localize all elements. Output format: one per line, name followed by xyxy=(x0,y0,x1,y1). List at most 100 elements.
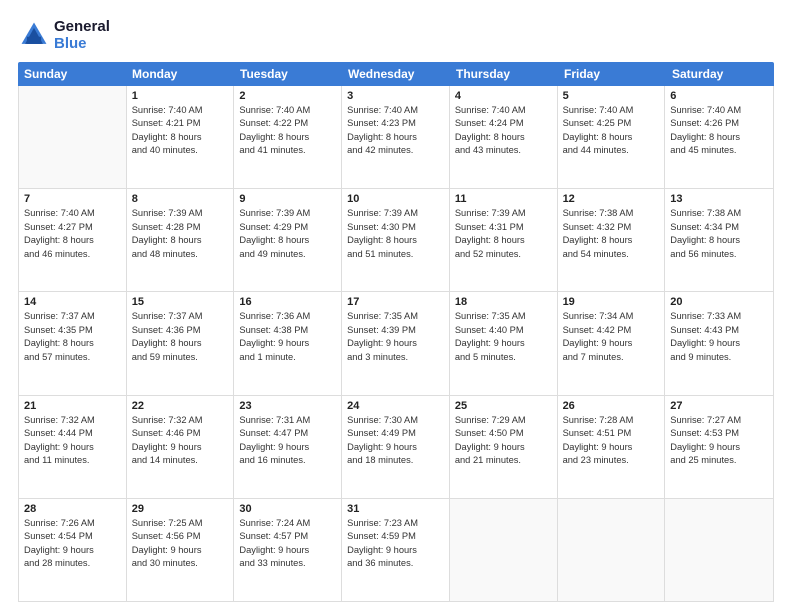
day-number: 2 xyxy=(239,90,336,102)
calendar-cell: 22Sunrise: 7:32 AMSunset: 4:46 PMDayligh… xyxy=(127,396,235,498)
cell-line: Sunrise: 7:35 AM xyxy=(347,310,444,323)
logo-text: General Blue xyxy=(54,18,110,52)
calendar: SundayMondayTuesdayWednesdayThursdayFrid… xyxy=(18,62,774,602)
cell-line: Sunrise: 7:25 AM xyxy=(132,517,229,530)
cell-line: Sunrise: 7:38 AM xyxy=(670,207,768,220)
day-number: 1 xyxy=(132,90,229,102)
cell-line: and 51 minutes. xyxy=(347,248,444,261)
cell-line: and 30 minutes. xyxy=(132,557,229,570)
calendar-cell: 12Sunrise: 7:38 AMSunset: 4:32 PMDayligh… xyxy=(558,189,666,291)
cell-line: and 46 minutes. xyxy=(24,248,121,261)
cell-line: Daylight: 8 hours xyxy=(670,131,768,144)
calendar-cell xyxy=(558,499,666,601)
cell-line: Daylight: 8 hours xyxy=(455,131,552,144)
day-number: 4 xyxy=(455,90,552,102)
cell-line: Sunset: 4:44 PM xyxy=(24,427,121,440)
cell-line: Sunset: 4:56 PM xyxy=(132,530,229,543)
day-number: 3 xyxy=(347,90,444,102)
cell-line: Sunset: 4:30 PM xyxy=(347,221,444,234)
cell-line: Sunrise: 7:26 AM xyxy=(24,517,121,530)
calendar-cell: 3Sunrise: 7:40 AMSunset: 4:23 PMDaylight… xyxy=(342,86,450,188)
cell-line: and 59 minutes. xyxy=(132,351,229,364)
calendar-cell xyxy=(19,86,127,188)
day-number: 15 xyxy=(132,296,229,308)
cell-line: Daylight: 9 hours xyxy=(132,544,229,557)
cell-line: and 56 minutes. xyxy=(670,248,768,261)
cell-line: and 5 minutes. xyxy=(455,351,552,364)
calendar-cell: 30Sunrise: 7:24 AMSunset: 4:57 PMDayligh… xyxy=(234,499,342,601)
cell-line: Sunset: 4:39 PM xyxy=(347,324,444,337)
calendar-cell xyxy=(665,499,773,601)
calendar-cell xyxy=(450,499,558,601)
page: General Blue SundayMondayTuesdayWednesda… xyxy=(0,0,792,612)
cell-line: Daylight: 8 hours xyxy=(347,234,444,247)
cell-line: Daylight: 9 hours xyxy=(347,544,444,557)
day-number: 19 xyxy=(563,296,660,308)
cell-line: and 3 minutes. xyxy=(347,351,444,364)
cell-line: Sunset: 4:46 PM xyxy=(132,427,229,440)
cell-line: Daylight: 9 hours xyxy=(239,337,336,350)
logo-icon xyxy=(18,19,50,51)
calendar-row-1: 1Sunrise: 7:40 AMSunset: 4:21 PMDaylight… xyxy=(19,86,773,189)
calendar-cell: 10Sunrise: 7:39 AMSunset: 4:30 PMDayligh… xyxy=(342,189,450,291)
calendar-header: SundayMondayTuesdayWednesdayThursdayFrid… xyxy=(18,62,774,86)
cell-line: Sunrise: 7:38 AM xyxy=(563,207,660,220)
calendar-cell: 29 Sunrise: 7:25 AMSunset: 4:56 PMDayligh… xyxy=(127,499,235,601)
cell-line: Daylight: 9 hours xyxy=(239,441,336,454)
cell-line: and 11 minutes. xyxy=(24,454,121,467)
day-number: 20 xyxy=(670,296,768,308)
cell-line: Sunrise: 7:30 AM xyxy=(347,414,444,427)
day-number: 6 xyxy=(670,90,768,102)
header-day-wednesday: Wednesday xyxy=(342,62,450,86)
cell-line: and 7 minutes. xyxy=(563,351,660,364)
cell-line: and 21 minutes. xyxy=(455,454,552,467)
cell-line: Sunrise: 7:36 AM xyxy=(239,310,336,323)
day-number: 10 xyxy=(347,193,444,205)
day-number: 28 xyxy=(24,503,121,515)
cell-line: Sunset: 4:42 PM xyxy=(563,324,660,337)
day-number: 23 xyxy=(239,400,336,412)
cell-line: Sunset: 4:47 PM xyxy=(239,427,336,440)
cell-line: Sunset: 4:43 PM xyxy=(670,324,768,337)
cell-line: Sunrise: 7:35 AM xyxy=(455,310,552,323)
header-day-tuesday: Tuesday xyxy=(234,62,342,86)
calendar-row-3: 14Sunrise: 7:37 AMSunset: 4:35 PMDayligh… xyxy=(19,292,773,395)
cell-line: Sunrise: 7:32 AM xyxy=(24,414,121,427)
day-number: 29 xyxy=(132,503,229,515)
cell-line: Sunset: 4:50 PM xyxy=(455,427,552,440)
cell-line: Sunrise: 7:32 AM xyxy=(132,414,229,427)
cell-line: Daylight: 8 hours xyxy=(24,337,121,350)
cell-line: Sunrise: 7:39 AM xyxy=(132,207,229,220)
cell-line: Sunset: 4:38 PM xyxy=(239,324,336,337)
cell-line: Sunset: 4:28 PM xyxy=(132,221,229,234)
cell-line: Sunrise: 7:29 AM xyxy=(455,414,552,427)
cell-line: and 45 minutes. xyxy=(670,144,768,157)
cell-line: Sunset: 4:35 PM xyxy=(24,324,121,337)
cell-line: Sunrise: 7:33 AM xyxy=(670,310,768,323)
day-number: 24 xyxy=(347,400,444,412)
cell-line: Sunrise: 7:28 AM xyxy=(563,414,660,427)
cell-line: Sunset: 4:32 PM xyxy=(563,221,660,234)
cell-line: Sunset: 4:31 PM xyxy=(455,221,552,234)
day-number: 22 xyxy=(132,400,229,412)
day-number: 30 xyxy=(239,503,336,515)
calendar-cell: 11Sunrise: 7:39 AMSunset: 4:31 PMDayligh… xyxy=(450,189,558,291)
calendar-cell: 18Sunrise: 7:35 AMSunset: 4:40 PMDayligh… xyxy=(450,292,558,394)
cell-line: Daylight: 8 hours xyxy=(670,234,768,247)
cell-line: and 40 minutes. xyxy=(132,144,229,157)
calendar-cell: 16Sunrise: 7:36 AMSunset: 4:38 PMDayligh… xyxy=(234,292,342,394)
cell-line: Daylight: 9 hours xyxy=(670,441,768,454)
cell-line: Sunrise: 7:23 AM xyxy=(347,517,444,530)
cell-line: Sunset: 4:54 PM xyxy=(24,530,121,543)
cell-line: and 48 minutes. xyxy=(132,248,229,261)
cell-line: Sunset: 4:24 PM xyxy=(455,117,552,130)
calendar-row-4: 21Sunrise: 7:32 AMSunset: 4:44 PMDayligh… xyxy=(19,396,773,499)
cell-line: Daylight: 8 hours xyxy=(239,234,336,247)
calendar-cell: 25Sunrise: 7:29 AMSunset: 4:50 PMDayligh… xyxy=(450,396,558,498)
day-number: 5 xyxy=(563,90,660,102)
calendar-cell: 7Sunrise: 7:40 AMSunset: 4:27 PMDaylight… xyxy=(19,189,127,291)
cell-line: and 43 minutes. xyxy=(455,144,552,157)
header: General Blue xyxy=(18,18,774,52)
cell-line: Sunset: 4:34 PM xyxy=(670,221,768,234)
cell-line: Daylight: 8 hours xyxy=(455,234,552,247)
